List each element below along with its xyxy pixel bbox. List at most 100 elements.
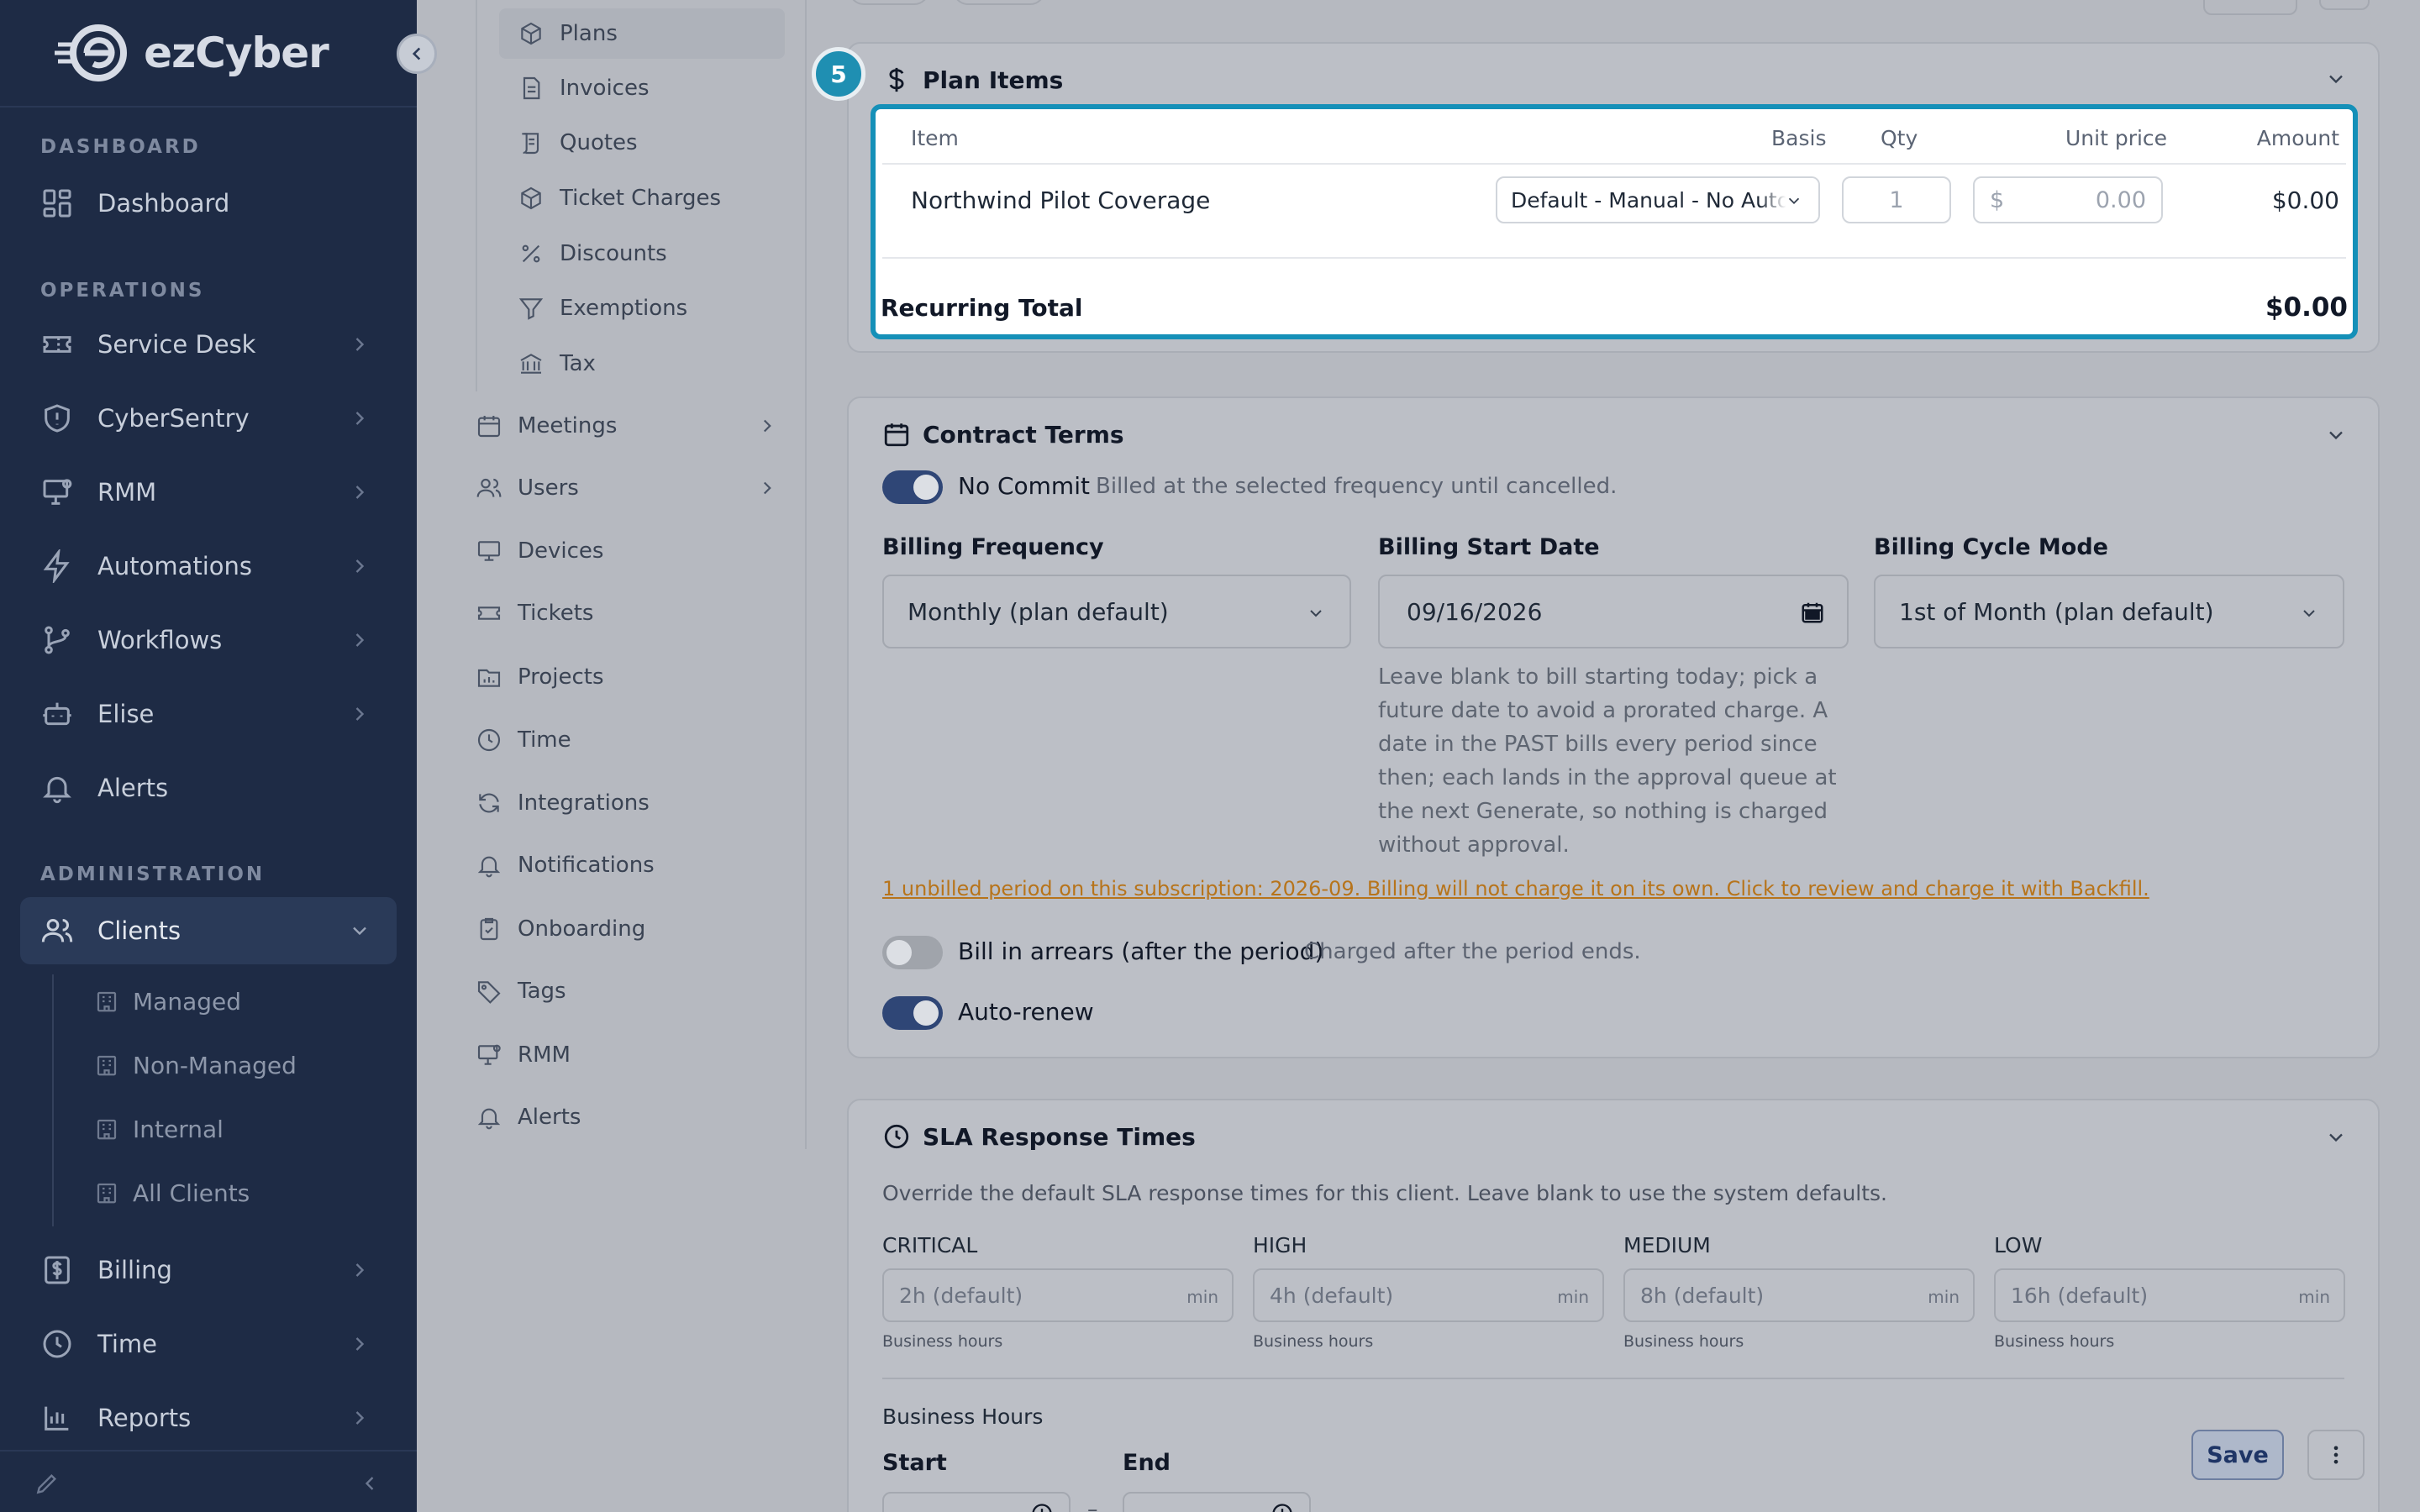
sidebar-item-billing[interactable]: Billing [20, 1236, 397, 1304]
no-commit-toggle[interactable] [882, 470, 943, 504]
chevron-down-icon[interactable] [2324, 1126, 2348, 1149]
row-divider [882, 163, 2346, 165]
subnav-item-projects[interactable]: Projects [476, 652, 604, 702]
sidebar-item-clients[interactable]: Clients [20, 897, 397, 964]
sla-placeholder: 8h (default) [1640, 1283, 1765, 1308]
plan-items-header[interactable]: Plan Items [882, 66, 1063, 94]
no-commit-label: No Commit [958, 472, 1090, 500]
plan-items-title: Plan Items [923, 66, 1064, 94]
sidebar-item-automations[interactable]: Automations [20, 533, 397, 600]
business-hours-start-input[interactable] [882, 1492, 1071, 1512]
subnav-item-plans[interactable]: Plans [518, 8, 618, 59]
billing-cycle-select[interactable]: 1st of Month (plan default) [1874, 575, 2344, 648]
row-divider [882, 257, 2346, 259]
calendar-icon[interactable] [1800, 600, 1825, 625]
currency-symbol: $ [1990, 186, 2005, 213]
bar-chart-icon [45, 1406, 69, 1431]
sidebar-subitem-all-clients[interactable]: All Clients [94, 1168, 250, 1218]
subnav-item-integrations[interactable]: Integrations [476, 778, 650, 828]
subnav-item-label: Projects [518, 664, 604, 690]
tab-partial[interactable] [849, 0, 929, 5]
chevron-right-icon [763, 419, 771, 433]
basis-select[interactable]: Default - Manual - No Auto-Sync [1496, 176, 1820, 223]
clock-icon [1272, 1504, 1292, 1512]
subnav-item-rmm[interactable]: RMM [476, 1030, 571, 1080]
filter-icon [518, 298, 544, 320]
sidebar-subitem-managed[interactable]: Managed [94, 976, 241, 1026]
subnav-item-tags[interactable]: Tags [476, 966, 566, 1016]
sidebar-subitem-non-managed[interactable]: Non-Managed [94, 1040, 297, 1090]
chevron-down-icon[interactable] [2324, 67, 2348, 91]
subnav-item-quotes[interactable]: Quotes [518, 118, 638, 168]
sidebar-item-elise[interactable]: Elise [20, 680, 397, 748]
bolt-icon [43, 549, 70, 583]
sidebar-item-alerts[interactable]: Alerts [20, 754, 397, 822]
subnav-item-users[interactable]: Users [476, 463, 778, 513]
subnav-item-discounts[interactable]: Discounts [518, 228, 667, 279]
chevron-right-icon [355, 559, 365, 573]
bill-in-arrears-toggle[interactable] [882, 936, 943, 969]
subnav-item-ticket-charges[interactable]: Ticket Charges [518, 173, 721, 223]
brand-logo[interactable]: ezCyber [0, 0, 417, 108]
sidebar-item-time[interactable]: Time [20, 1310, 397, 1378]
monitor-icon [477, 1044, 501, 1065]
subnav-item-label: Onboarding [518, 916, 646, 942]
save-button[interactable]: Save [2191, 1430, 2284, 1480]
chevron-right-icon [355, 1411, 365, 1425]
sidebar-item-service-desk[interactable]: Service Desk [20, 311, 397, 378]
sidebar-item-reports[interactable]: Reports [20, 1384, 397, 1452]
sla-low-input[interactable]: 16h (default) min [1994, 1268, 2345, 1322]
clipboard-check-icon [480, 917, 498, 941]
unit-price-input[interactable]: $ 0.00 [1973, 176, 2163, 223]
unbilled-backfill-link[interactable]: 1 unbilled period on this subscription: … [882, 877, 2149, 900]
sidebar-item-workflows[interactable]: Workflows [20, 606, 397, 674]
sidebar-item-cybersentry[interactable]: CyberSentry [20, 385, 397, 452]
sla-header[interactable]: SLA Response Times [882, 1122, 1196, 1151]
auto-renew-toggle[interactable] [882, 996, 943, 1030]
monitor-icon [43, 479, 72, 505]
billing-frequency-select[interactable]: Monthly (plan default) [882, 575, 1351, 648]
subnav-item-tickets[interactable]: Tickets [476, 588, 593, 638]
sidebar-item-dashboard[interactable]: Dashboard [20, 170, 397, 237]
quantity-input[interactable]: 1 [1842, 176, 1951, 223]
subnav-item-devices[interactable]: Devices [476, 526, 603, 576]
subnav-item-invoices[interactable]: Invoices [518, 63, 650, 113]
sla-critical-input[interactable]: 2h (default) min [882, 1268, 1234, 1322]
refresh-icon [479, 793, 499, 813]
chevron-right-icon [355, 633, 365, 647]
collapse-sidebar-button[interactable] [397, 34, 437, 74]
toolbar-button-partial[interactable] [2203, 0, 2297, 15]
sla-unit: min [1557, 1287, 1589, 1307]
sla-high-input[interactable]: 4h (default) min [1253, 1268, 1604, 1322]
subnav-item-meetings[interactable]: Meetings [476, 401, 778, 451]
sla-hint: Business hours [882, 1332, 1003, 1351]
subnav-item-time[interactable]: Time [476, 715, 571, 765]
sla-placeholder: 4h (default) [1270, 1283, 1394, 1308]
chevron-down-icon [353, 927, 366, 936]
contract-terms-header[interactable]: Contract Terms [882, 420, 1124, 449]
chevron-left-icon[interactable] [358, 1472, 381, 1495]
billing-frequency-value: Monthly (plan default) [908, 597, 1169, 626]
subnav-item-onboarding[interactable]: Onboarding [476, 904, 645, 954]
pencil-icon[interactable] [34, 1470, 60, 1497]
business-hours-end-input[interactable] [1123, 1492, 1311, 1512]
tab-partial[interactable] [953, 0, 1045, 5]
subnav-item-label: Notifications [518, 853, 655, 878]
subnav-item-alerts[interactable]: Alerts [476, 1092, 581, 1142]
chevron-right-icon [355, 1263, 365, 1277]
brand-name: ezCyber [144, 29, 329, 77]
subnav-item-notifications[interactable]: Notifications [476, 840, 655, 890]
submenu-guide [52, 974, 54, 1226]
sidebar-subitem-internal[interactable]: Internal [94, 1104, 224, 1154]
sla-medium-input[interactable]: 8h (default) min [1623, 1268, 1975, 1322]
more-options-button[interactable] [2307, 1430, 2365, 1480]
subnav-item-label: Meetings [518, 413, 618, 438]
sidebar-item-rmm[interactable]: RMM [20, 459, 397, 526]
unit-price-value: 0.00 [2095, 186, 2146, 213]
subnav-item-exemptions[interactable]: Exemptions [518, 283, 687, 333]
chevron-down-icon[interactable] [2324, 423, 2348, 447]
toolbar-button-partial[interactable] [2319, 0, 2370, 10]
subnav-item-tax[interactable]: Tax [518, 339, 596, 389]
billing-start-date-input[interactable]: 09/16/2026 [1378, 575, 1849, 648]
clock-icon [43, 1330, 71, 1358]
